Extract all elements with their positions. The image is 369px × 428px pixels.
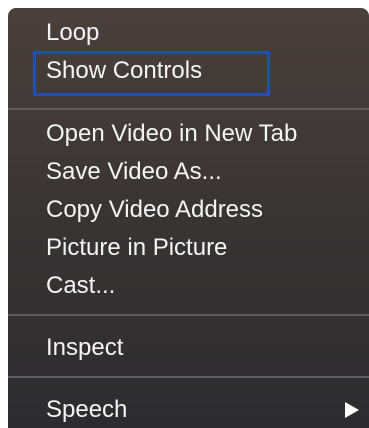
menu-item-loop[interactable]: Loop: [8, 14, 369, 52]
menu-separator: [8, 376, 369, 378]
menu-item-open-video-in-new-tab[interactable]: Open Video in New Tab: [8, 115, 369, 153]
menu-item-label: Open Video in New Tab: [46, 120, 298, 147]
menu-separator: [8, 314, 369, 316]
menu-item-label: Speech: [46, 396, 128, 423]
menu-item-label: Inspect: [46, 334, 124, 361]
menu-item-picture-in-picture[interactable]: Picture in Picture: [8, 229, 369, 267]
menu-item-copy-video-address[interactable]: Copy Video Address: [8, 191, 369, 229]
menu-item-label: Cast...: [46, 272, 116, 299]
triangle-right-icon: [345, 402, 359, 418]
menu-item-inspect[interactable]: Inspect: [8, 329, 369, 367]
menu-item-label: Picture in Picture: [46, 234, 228, 261]
menu-item-label: Loop: [46, 19, 100, 46]
menu-item-label: Save Video As...: [46, 158, 222, 185]
video-context-menu: Loop Show Controls Open Video in New Tab…: [8, 8, 369, 428]
menu-item-label: Copy Video Address: [46, 196, 264, 223]
menu-item-speech[interactable]: Speech: [8, 391, 369, 428]
highlight-outline: [33, 51, 270, 96]
menu-item-cast[interactable]: Cast...: [8, 267, 369, 305]
menu-item-save-video-as[interactable]: Save Video As...: [8, 153, 369, 191]
menu-separator: [8, 108, 369, 110]
